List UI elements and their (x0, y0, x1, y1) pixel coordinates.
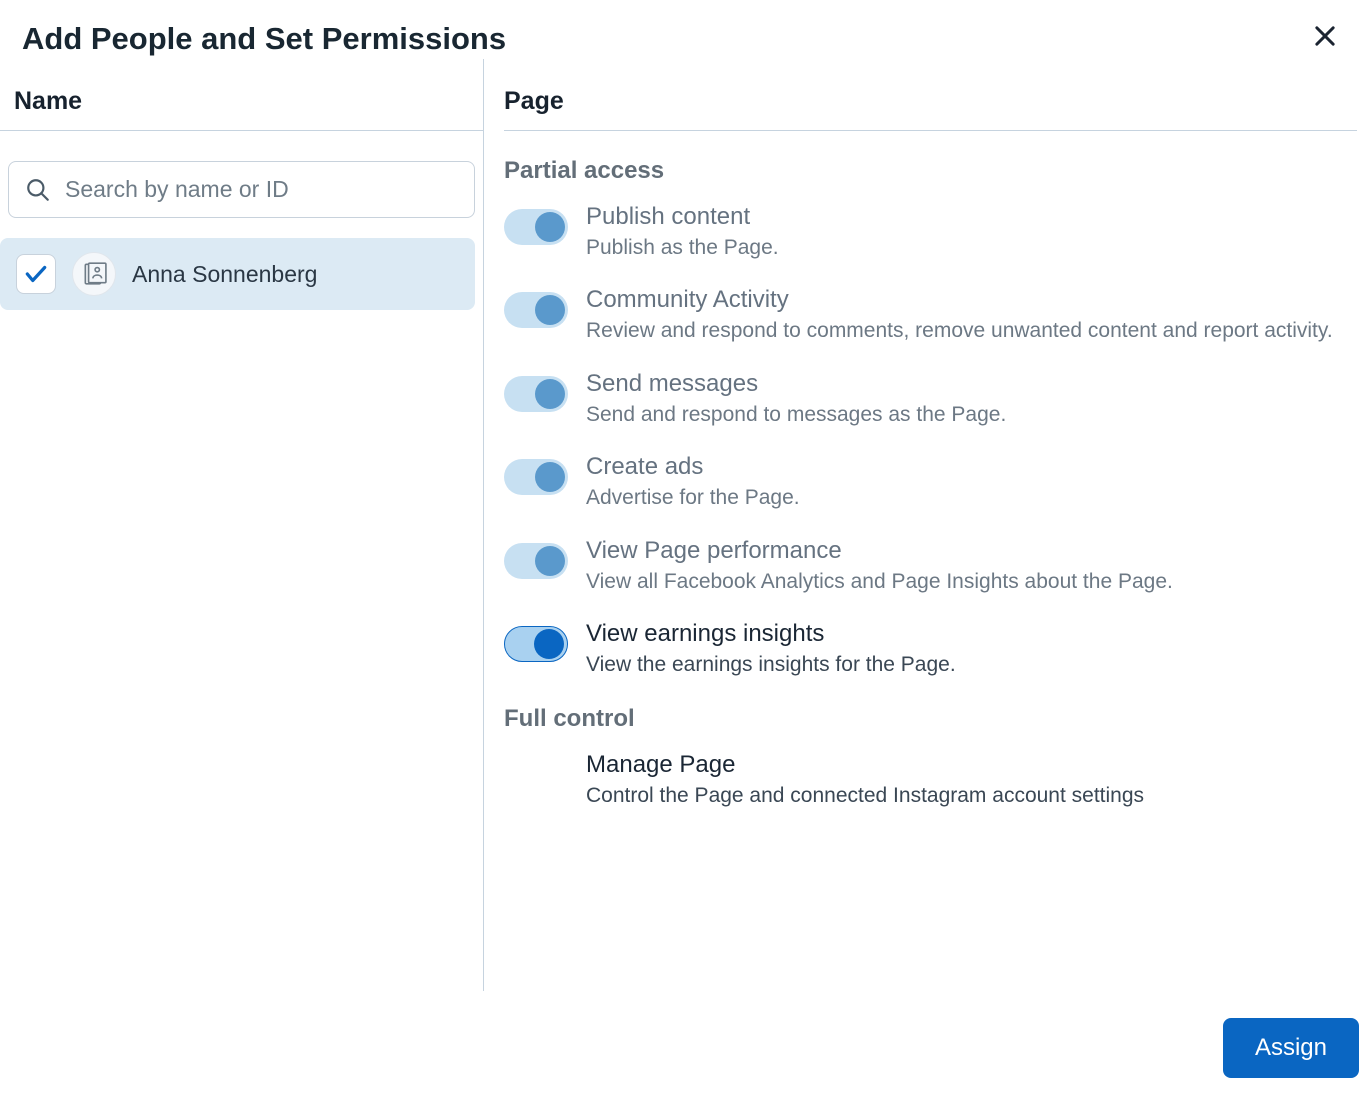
permission-title: View earnings insights (586, 620, 956, 648)
permission-view-page-performance: View Page performance View all Facebook … (504, 537, 1357, 596)
permission-title: Publish content (586, 203, 779, 231)
person-checkbox[interactable] (16, 254, 56, 294)
check-icon (23, 261, 49, 287)
person-row[interactable]: Anna Sonnenberg (0, 238, 475, 310)
permission-desc: Advertise for the Page. (586, 483, 800, 512)
dialog-title: Add People and Set Permissions (22, 21, 506, 57)
permission-desc: View all Facebook Analytics and Page Ins… (586, 567, 1173, 596)
permission-view-earnings-insights: View earnings insights View the earnings… (504, 620, 1357, 679)
right-column-header: Page (504, 59, 1357, 131)
toggle-community-activity[interactable] (504, 292, 568, 328)
toggle-view-earnings-insights[interactable] (504, 626, 568, 662)
permission-desc: Send and respond to messages as the Page… (586, 400, 1006, 429)
permission-desc: View the earnings insights for the Page. (586, 650, 956, 679)
assign-button[interactable]: Assign (1223, 1018, 1359, 1078)
search-input[interactable] (65, 176, 458, 203)
close-button[interactable] (1307, 18, 1343, 59)
toggle-view-page-performance[interactable] (504, 543, 568, 579)
section-title-partial-access: Partial access (504, 157, 1357, 185)
permission-title: View Page performance (586, 537, 1173, 565)
person-avatar (72, 252, 116, 296)
search-icon (25, 177, 51, 203)
permission-create-ads: Create ads Advertise for the Page. (504, 453, 1357, 512)
permission-title: Manage Page (586, 751, 1144, 779)
section-title-full-control: Full control (504, 705, 1357, 733)
permission-title: Create ads (586, 453, 800, 481)
permission-manage-page: Manage Page Control the Page and connect… (504, 751, 1357, 810)
permission-community-activity: Community Activity Review and respond to… (504, 286, 1357, 345)
permission-desc: Publish as the Page. (586, 233, 779, 262)
close-icon (1311, 22, 1339, 50)
permission-send-messages: Send messages Send and respond to messag… (504, 370, 1357, 429)
left-column-header: Name (0, 59, 483, 131)
toggle-publish-content[interactable] (504, 209, 568, 245)
permission-publish-content: Publish content Publish as the Page. (504, 203, 1357, 262)
id-card-icon (81, 261, 107, 287)
permission-desc: Review and respond to comments, remove u… (586, 316, 1333, 345)
person-name: Anna Sonnenberg (132, 261, 317, 288)
permission-title: Community Activity (586, 286, 1333, 314)
permission-desc: Control the Page and connected Instagram… (586, 781, 1144, 810)
toggle-send-messages[interactable] (504, 376, 568, 412)
permission-title: Send messages (586, 370, 1006, 398)
search-box[interactable] (8, 161, 475, 218)
toggle-create-ads[interactable] (504, 459, 568, 495)
